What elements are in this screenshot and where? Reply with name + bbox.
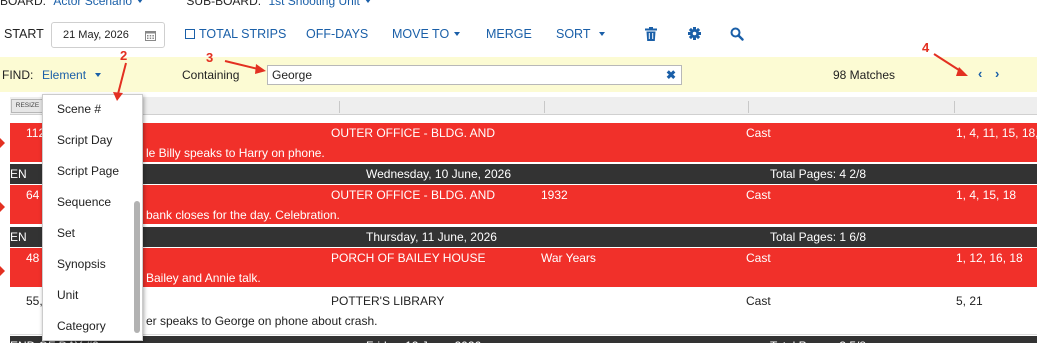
synopsis: Bailey and Annie talk. [146,271,261,285]
day-date: Wednesday, 10 June, 2026 [366,167,511,181]
chevron-down-icon [598,32,605,36]
column-divider[interactable] [954,101,955,113]
find-bar: FIND: Element Containing ✖ 98 Matches ‹ … [0,57,1037,92]
top-board-bar: BOARD: Actor Scenario SUB-BOARD: 1st Sho… [0,0,1037,8]
containing-label: Containing [182,68,240,82]
day-total-pages: Total Pages: 4 2/8 [770,167,867,181]
toolbar: START 21 May, 2026 TOTAL STRIPS OFF-DAYS… [0,20,1037,50]
dropdown-option[interactable]: Scene # [57,102,101,116]
set-name: POTTER'S LIBRARY [331,294,445,308]
subboard-label: SUB-BOARD: [186,0,262,8]
element-category: Cast [746,126,771,140]
find-field-select[interactable]: Element [42,68,102,82]
era: 1932 [541,188,568,202]
dropdown-option[interactable]: Synopsis [57,257,106,271]
annotation-number-4: 4 [922,40,930,55]
start-date-field[interactable]: 21 May, 2026 [51,22,165,48]
sort-label: SORT [556,27,591,41]
scene-number: 55, [26,294,43,308]
move-to-label: MOVE TO [392,27,450,41]
day-label: EN [10,167,27,181]
start-label: START [4,27,44,41]
clear-icon[interactable]: ✖ [666,68,676,82]
annotation-arrow [0,138,5,148]
synopsis: er speaks to George on phone about crash… [146,314,378,328]
cast-ids: 5, 21 [956,294,983,308]
chevron-down-icon [137,0,144,3]
previous-match-button[interactable]: ‹ [978,66,982,81]
gear-icon[interactable] [688,27,701,40]
dropdown-option[interactable]: Sequence [57,195,111,209]
annotation-number-2: 2 [120,48,128,63]
subboard-select[interactable]: 1st Shooting Unit [268,0,359,8]
search-icon[interactable] [730,27,744,41]
synopsis: bank closes for the day. Celebration. [146,208,340,222]
chevron-down-icon [364,0,371,3]
scene-number: 48 [26,251,40,265]
board-label: BOARD: [0,0,47,8]
find-query-input[interactable] [267,65,682,85]
sort-menu[interactable]: SORT [556,27,605,41]
total-strips-toggle[interactable]: TOTAL STRIPS [185,27,286,41]
element-category: Cast [746,188,771,202]
column-divider[interactable] [544,101,545,113]
move-to-menu[interactable]: MOVE TO [392,27,461,41]
dropdown-scrollbar[interactable] [134,201,140,333]
annotation-arrow [0,266,5,276]
day-label: EN [10,230,27,244]
day-total-pages: Total Pages: 3 5/8 [770,339,866,343]
checkbox-icon[interactable] [185,29,195,39]
trash-icon[interactable] [645,27,657,41]
day-break-row[interactable]: EN Wednesday, 10 June, 2026 Total Pages: 4… [10,164,1037,184]
annotation-arrow [0,202,5,212]
calendar-icon[interactable] [145,30,156,41]
cast-ids: 1, 12, 16, 18 [956,251,1023,265]
chevron-down-icon [95,73,102,77]
dropdown-option[interactable]: Unit [57,288,78,302]
strip-row[interactable]: 48 PORCH OF BAILEY HOUSE War Years Cast 1, 1… [10,248,1037,289]
dropdown-option[interactable]: Category [57,319,106,333]
cast-ids: 1, 4, 11, 15, 18, [956,126,1037,140]
off-days-button[interactable]: OFF-DAYS [306,27,368,41]
chevron-down-icon [454,32,461,36]
era: War Years [541,251,596,265]
element-category: Cast [746,251,771,265]
match-count: 98 Matches [833,68,896,82]
scene-number: 64 [26,188,40,202]
day-date: Friday, 12 June, 2026 [366,339,481,343]
merge-button[interactable]: MERGE [486,27,532,41]
annotation-number-3: 3 [206,50,214,65]
stripboard-grid: RESIZE 112 OUTER OFFICE - BLDG. AND Cast 1,… [10,97,1037,343]
dropdown-option[interactable]: Script Day [57,133,112,147]
strip-row[interactable]: 64 OUTER OFFICE - BLDG. AND 1932 Cast 1, 4, … [10,185,1037,226]
strip-row[interactable]: 55, POTTER'S LIBRARY Cast 5, 21 er speaks to… [10,291,1037,335]
total-strips-label: TOTAL STRIPS [199,27,287,41]
column-divider[interactable] [339,101,340,113]
start-date-value: 21 May, 2026 [63,29,129,41]
column-divider[interactable] [748,101,749,113]
day-break-row[interactable]: END OF DAY #9Friday, 12 June, 2026Total … [10,336,1037,343]
day-total-pages: Total Pages: 1 6/8 [770,230,867,244]
resize-button[interactable]: RESIZE [11,99,44,113]
set-name: OUTER OFFICE - BLDG. AND [331,126,496,140]
day-date: Thursday, 11 June, 2026 [366,230,497,244]
next-match-button[interactable]: › [995,66,999,81]
find-label: FIND: [2,68,34,82]
dropdown-option[interactable]: Set [57,226,75,240]
find-field-dropdown[interactable]: Scene # Script Day Script Page Sequence Set S… [42,94,143,341]
board-select[interactable]: Actor Scenario [53,0,132,8]
synopsis: le Billy speaks to Harry on phone. [146,146,325,160]
dropdown-option[interactable]: Script Page [57,164,119,178]
set-name: OUTER OFFICE - BLDG. AND [331,188,496,202]
cast-ids: 1, 4, 15, 18 [956,188,1017,202]
set-name: PORCH OF BAILEY HOUSE [331,251,486,265]
element-category: Cast [746,294,771,308]
day-break-row[interactable]: EN Thursday, 11 June, 2026 Total Pages: 1 … [10,227,1037,247]
grid-header: RESIZE [10,97,1037,115]
strip-row[interactable]: 112 OUTER OFFICE - BLDG. AND Cast 1, 4, 11,… [10,123,1037,164]
find-field-value: Element [42,68,87,82]
